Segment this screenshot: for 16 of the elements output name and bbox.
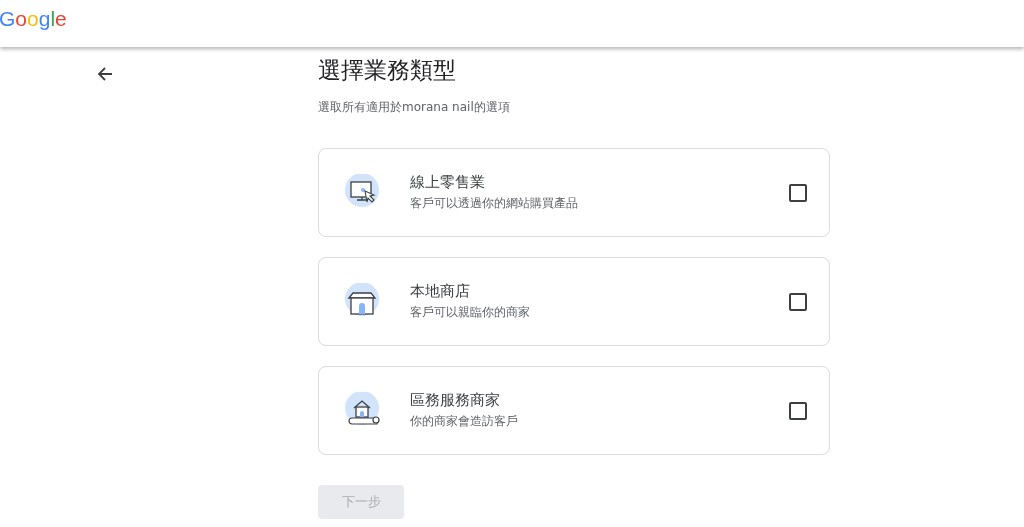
checkbox[interactable] (789, 183, 807, 202)
option-description: 客戶可以親臨你的商家 (410, 304, 531, 321)
option-title: 區務服務商家 (410, 391, 501, 410)
option-card[interactable]: 區務服務商家 你的商家會造訪客戶 (318, 366, 830, 455)
option-card[interactable]: 線上零售業 客戶可以透過你的網站購買產品 (318, 148, 830, 237)
option-title: 本地商店 (410, 282, 471, 301)
option-card[interactable]: 本地商店 客戶可以親臨你的商家 (318, 257, 830, 346)
option-description: 你的商家會造訪客戶 (410, 413, 519, 430)
checkbox[interactable] (789, 292, 807, 311)
checkbox[interactable] (789, 401, 807, 420)
page-subtitle: 選取所有適用於morana nail的選項 (318, 99, 511, 116)
page-title: 選擇業務類型 (318, 56, 457, 85)
google-logo: Google (0, 6, 67, 31)
option-title: 線上零售業 (410, 173, 486, 192)
option-description: 客戶可以透過你的網站購買產品 (410, 195, 579, 212)
back-arrow-icon[interactable] (96, 65, 114, 83)
